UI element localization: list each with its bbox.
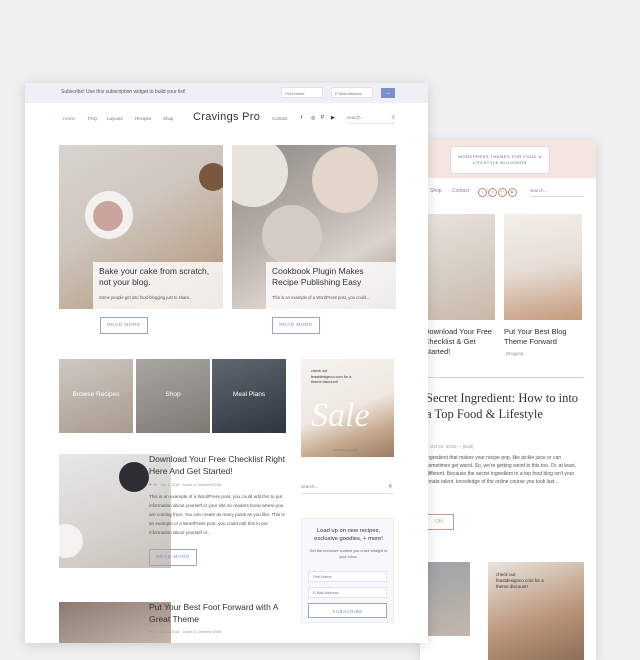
facebook-icon[interactable]: f (301, 115, 302, 121)
sidebar-search-input[interactable]: search... ⚲ (301, 481, 394, 494)
featured-title[interactable]: Cookbook Plugin Makes Recipe Publishing … (272, 266, 392, 288)
main-nav: Home FAQ Layouts Recipes Shop Cravings P… (25, 103, 428, 133)
optin-widget: Load up on new recipes, exclusive goodie… (301, 518, 394, 623)
back-nav: Shop Contact f ◎ P ▶ search... (420, 184, 596, 200)
read-more-button[interactable]: READ MORE (272, 317, 320, 334)
featured-excerpt: Some people get into food-blogging just … (99, 295, 193, 300)
nav-link-home[interactable]: Home (63, 116, 75, 121)
category-tag[interactable]: Blogging (506, 351, 524, 356)
post-meta: ❤ 1K · Jun 1, 2018 · Leave a Comment (Ed… (149, 483, 222, 487)
post-image-pregnancy[interactable] (425, 214, 495, 320)
tile-shop[interactable]: Shop (136, 359, 210, 433)
blueberry-bowl (119, 462, 149, 492)
submit-arrow-button[interactable]: → (381, 88, 395, 98)
read-more-button[interactable]: ON (424, 514, 454, 530)
youtube-icon[interactable]: ▶ (508, 188, 517, 197)
subscribe-bar: Subscribe! Use this subscription widget … (25, 83, 428, 103)
divider (420, 377, 584, 378)
mushroom-plate (262, 205, 322, 265)
nav-link-layouts[interactable]: Layouts (107, 116, 123, 121)
food-bowl (199, 163, 223, 191)
post-meta: Oct 24, 2018 — (Edit) (430, 444, 474, 449)
optin-description: Get the exclusive content you crave stra… (309, 549, 388, 559)
back-theme-preview: WORDPRESS THEMES FOR FOOD & LIFESTYLE BL… (420, 140, 596, 660)
food-plate (232, 145, 288, 207)
email-field[interactable]: E-Mail Address (308, 587, 387, 598)
sale-banner[interactable]: check out feastdesignco.com for a theme … (301, 359, 394, 457)
tile-label: Meal Plans (232, 391, 266, 398)
sale-text: check out feastdesignco.com for a theme … (496, 572, 544, 589)
featured-excerpt: This is an example of a WordPress post, … (272, 295, 370, 300)
instagram-icon[interactable]: ◎ (488, 188, 497, 197)
pinterest-icon[interactable]: P (321, 115, 324, 121)
post-excerpt: This is an example of a WordPress post, … (149, 494, 285, 535)
flour-bowl (312, 147, 378, 213)
nav-link-contact[interactable]: Contact (452, 188, 469, 194)
email-field[interactable]: E-Mail Address (331, 87, 373, 98)
post-title[interactable]: Download Your Free Checklist Right Here … (149, 454, 289, 477)
search-input[interactable]: search... ⚲ (347, 113, 395, 124)
post-image[interactable] (428, 562, 470, 636)
sale-script: Sale (311, 397, 370, 434)
featured-title[interactable]: Bake your cake from scratch, not your bl… (99, 266, 219, 288)
site-title[interactable]: Cravings Pro (193, 111, 260, 123)
optin-title: Load up on new recipes, exclusive goodie… (314, 528, 383, 542)
nav-link-faq[interactable]: FAQ (88, 116, 97, 121)
featured-post-card[interactable]: Bake your cake from scratch, not your bl… (59, 145, 223, 309)
tile-label: Shop (165, 391, 181, 398)
sale-banner-image[interactable]: check out feastdesignco.com for a theme … (488, 562, 584, 660)
search-icon[interactable]: ⚲ (388, 481, 392, 493)
tile-browse-recipes[interactable]: Browse Recipes (59, 359, 133, 433)
tile-label: Browse Recipes (72, 391, 120, 398)
post-meta: ❤ 1K · Jun 1, 2018 · Leave a Comment (Ed… (149, 630, 222, 634)
pinterest-icon[interactable]: P (498, 188, 507, 197)
facebook-icon[interactable]: f (478, 188, 487, 197)
post-excerpt: ingredient that makes your recipe pop, l… (426, 455, 577, 485)
sale-text: check out feastdesignco.com for a theme … (311, 369, 352, 384)
featured-post-card[interactable]: Cookbook Plugin Makes Recipe Publishing … (232, 145, 396, 309)
youtube-icon[interactable]: ▶ (331, 115, 335, 121)
subscribe-button[interactable]: SUBSCRIBE (308, 603, 387, 618)
search-icon[interactable]: ⚲ (391, 113, 395, 123)
nav-link-shop[interactable]: Shop (163, 116, 174, 121)
read-more-button[interactable]: READ MORE (100, 317, 148, 334)
instagram-icon[interactable]: ◎ (311, 115, 315, 121)
food-bowl (93, 201, 123, 231)
first-name-field[interactable]: First Name (281, 87, 323, 98)
site-logo[interactable]: WORDPRESS THEMES FOR FOOD & LIFESTYLE BL… (450, 146, 550, 174)
post-image-bedroom[interactable] (504, 214, 582, 320)
sale-url: feastdesignco.com (333, 448, 359, 452)
back-search-input[interactable]: search... (530, 186, 584, 197)
search-placeholder: search... (301, 484, 319, 489)
tile-meal-plans[interactable]: Meal Plans (212, 359, 286, 433)
nav-link-shop[interactable]: Shop (430, 188, 442, 194)
post-title[interactable]: Put Your Best Blog Theme Forward (504, 327, 584, 347)
subscribe-text: Subscribe! Use this subscription widget … (61, 89, 186, 95)
egg-bowl (59, 524, 83, 558)
post-title[interactable]: Put Your Best Foot Forward with A Great … (149, 602, 289, 625)
featured-post-title[interactable]: Secret Ingredient: How to into a Top Foo… (426, 390, 586, 422)
read-more-button[interactable]: READ MORE (149, 549, 197, 566)
search-placeholder: search... (347, 115, 365, 120)
first-name-field[interactable]: First Name (308, 571, 387, 582)
nav-link-contact[interactable]: Contact (272, 116, 288, 121)
front-theme-preview: Subscribe! Use this subscription widget … (25, 83, 428, 643)
post-title[interactable]: Download Your Free Checklist & Get Start… (424, 327, 498, 357)
nav-link-recipes[interactable]: Recipes (135, 116, 151, 121)
